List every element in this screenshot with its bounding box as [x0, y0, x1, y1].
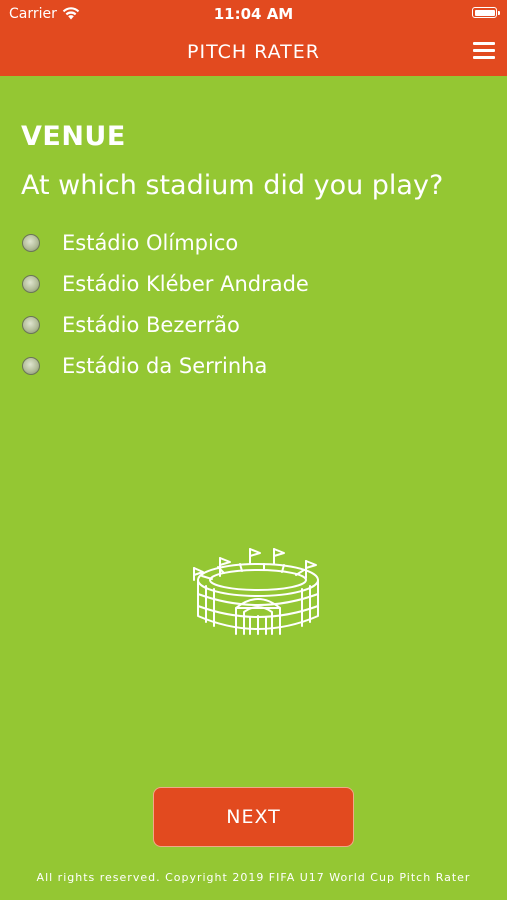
- option-label: Estádio Olímpico: [62, 230, 239, 255]
- radio-button-icon[interactable]: [22, 315, 40, 334]
- stadium-option[interactable]: Estádio Olímpico: [22, 222, 309, 263]
- option-label: Estádio Bezerrão: [62, 312, 240, 337]
- battery-icon: [472, 7, 500, 18]
- stadium-icon: [193, 548, 319, 635]
- stadium-option[interactable]: Estádio Bezerrão: [22, 304, 309, 345]
- hamburger-menu-icon[interactable]: [473, 42, 495, 59]
- section-title: VENUE: [21, 121, 126, 152]
- question-text: At which stadium did you play?: [21, 170, 444, 201]
- radio-button-icon[interactable]: [22, 356, 40, 375]
- stadium-options: Estádio Olímpico Estádio Kléber Andrade …: [22, 222, 309, 386]
- status-bar: Carrier 11:04 AM: [0, 0, 507, 28]
- stadium-option[interactable]: Estádio da Serrinha: [22, 345, 309, 386]
- option-label: Estádio Kléber Andrade: [62, 271, 309, 296]
- radio-button-icon[interactable]: [22, 233, 40, 252]
- option-label: Estádio da Serrinha: [62, 353, 268, 378]
- clock-time: 11:04 AM: [213, 5, 294, 23]
- stadium-option[interactable]: Estádio Kléber Andrade: [22, 263, 309, 304]
- copyright-footer: All rights reserved. Copyright 2019 FIFA…: [36, 871, 471, 884]
- next-button[interactable]: NEXT: [153, 787, 354, 847]
- radio-button-icon[interactable]: [22, 274, 40, 293]
- app-header: Carrier 11:04 AM PITCH RATER: [0, 0, 507, 76]
- app-title: PITCH RATER: [187, 41, 320, 63]
